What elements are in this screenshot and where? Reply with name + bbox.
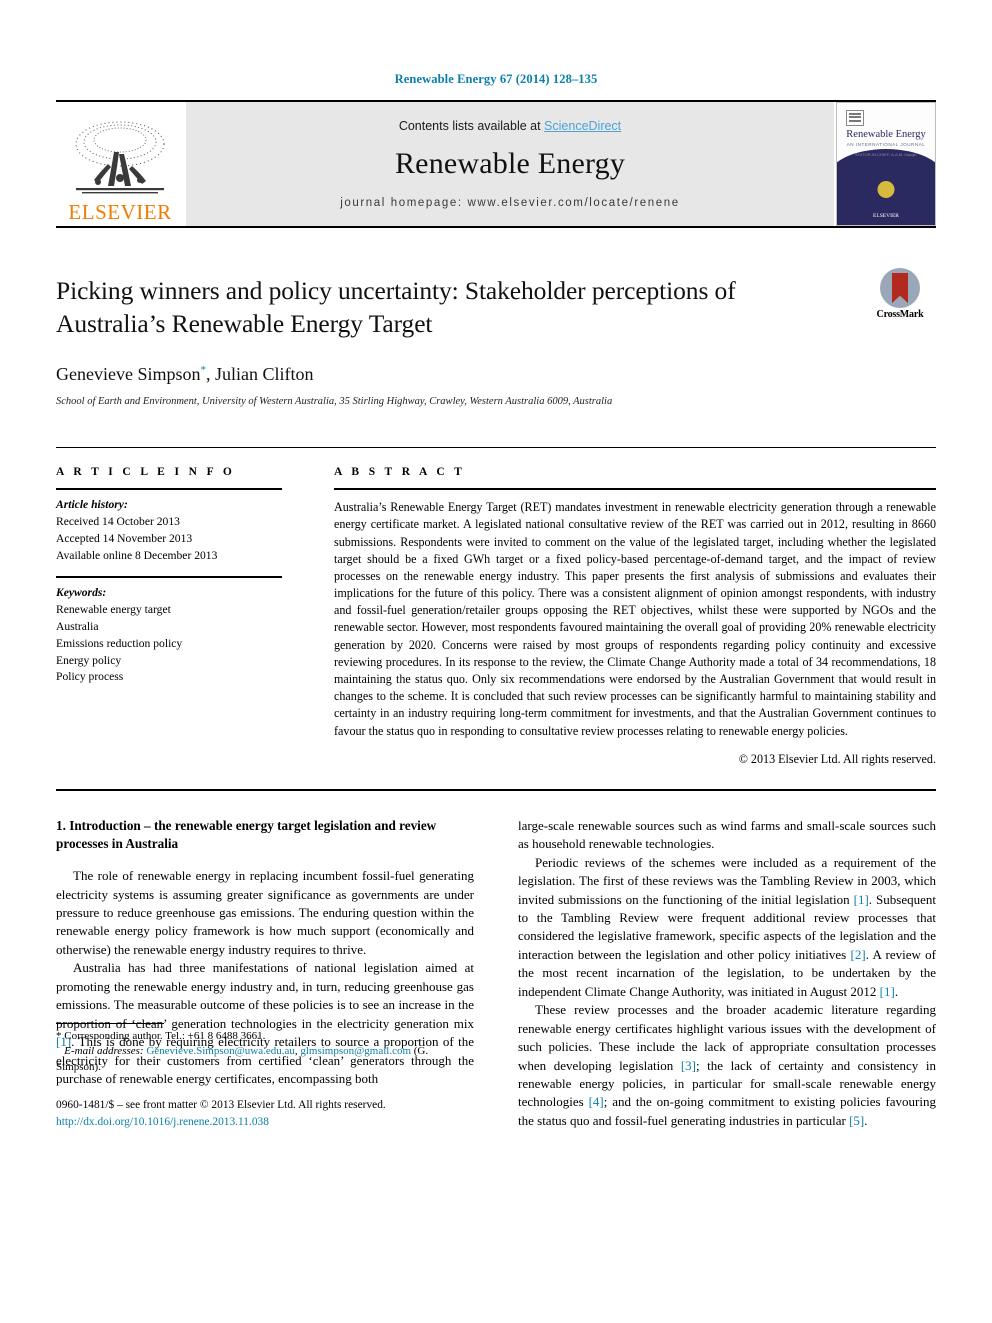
- citation-ref[interactable]: [4]: [589, 1094, 604, 1109]
- article-history: Article history: Received 14 October 201…: [56, 490, 282, 564]
- title-block: CrossMark Picking winners and policy unc…: [56, 268, 936, 408]
- keyword-item: Australia: [56, 620, 99, 634]
- imprint-line: 0960-1481/$ – see front matter © 2013 El…: [56, 1099, 386, 1112]
- footnote-zone: * Corresponding author. Tel.: +61 8 6488…: [56, 1022, 474, 1131]
- email-addresses-label: E-mail addresses:: [64, 1045, 144, 1058]
- sciencedirect-link[interactable]: ScienceDirect: [544, 119, 621, 133]
- body-paragraph: These review processes and the broader a…: [518, 1002, 936, 1128]
- abstract-text: Australia’s Renewable Energy Target (RET…: [334, 500, 936, 738]
- cover-publisher-label: ELSEVIER: [873, 213, 899, 219]
- article-history-label: Article history:: [56, 498, 128, 512]
- affiliation: School of Earth and Environment, Univers…: [56, 396, 613, 408]
- crossmark-icon: [880, 268, 920, 308]
- contents-prefix: Contents lists available at: [398, 119, 545, 133]
- author-footnote-marker[interactable]: *: [200, 364, 206, 376]
- article-info-column: A R T I C L E I N F O Article history: R…: [56, 448, 308, 766]
- running-head: Renewable Energy 67 (2014) 128–135: [394, 72, 598, 86]
- citation-ref[interactable]: [2]: [851, 947, 866, 962]
- body-column-right: large-scale renewable sources such as wi…: [518, 817, 936, 1131]
- author-names: Genevieve Simpson*, Julian Clifton: [56, 364, 314, 385]
- article-info-heading: A R T I C L E I N F O: [56, 466, 236, 479]
- citation-ref[interactable]: [1]: [854, 892, 869, 907]
- journal-header-center: Contents lists available at ScienceDirec…: [186, 102, 834, 226]
- journal-cover-thumbnail[interactable]: Renewable Energy AN INTERNATIONAL JOURNA…: [836, 102, 936, 226]
- citation-ref[interactable]: [1]: [880, 984, 895, 999]
- paper-page: Renewable Energy 67 (2014) 128–135 ELSEV…: [0, 0, 992, 1323]
- keyword-item: Energy policy: [56, 653, 122, 667]
- cover-emblem-icon: [877, 181, 895, 198]
- abstract-column: A B S T R A C T Australia’s Renewable En…: [308, 448, 936, 766]
- cover-title: Renewable Energy: [846, 129, 926, 140]
- history-received: Received 14 October 2013: [56, 515, 180, 529]
- body-columns: 1. Introduction – the renewable energy t…: [56, 817, 936, 1131]
- body-top-rule: [56, 788, 936, 791]
- section-heading-introduction: 1. Introduction – the renewable energy t…: [56, 817, 437, 851]
- cover-barcode-icon: [846, 110, 864, 126]
- footnote-rule: [56, 1022, 164, 1024]
- masthead-bottom-rule: [56, 226, 936, 228]
- abstract-copyright: © 2013 Elsevier Ltd. All rights reserved…: [738, 751, 936, 766]
- history-available-online: Available online 8 December 2013: [56, 548, 218, 562]
- history-accepted: Accepted 14 November 2013: [56, 531, 193, 545]
- cover-subtitle-secondary: EDITOR-IN-CHIEF: A.A.M. Sayigh: [855, 152, 917, 157]
- crossmark-badge[interactable]: CrossMark: [864, 268, 936, 320]
- doi-link[interactable]: http://dx.doi.org/10.1016/j.renene.2013.…: [56, 1116, 269, 1128]
- elsevier-wordmark: ELSEVIER: [68, 200, 172, 224]
- body-paragraph: The role of renewable energy in replacin…: [56, 868, 474, 957]
- keywords-list: Keywords: Renewable energy target Austra…: [56, 578, 282, 686]
- email-link-primary[interactable]: Genevieve.Simpson@uwa.edu.au: [146, 1045, 295, 1057]
- body-paragraph: large-scale renewable sources such as wi…: [518, 817, 936, 852]
- citation-ref[interactable]: [5]: [849, 1113, 864, 1128]
- elsevier-tree-icon: [68, 118, 172, 202]
- info-abstract-region: A R T I C L E I N F O Article history: R…: [56, 447, 936, 766]
- author-list: Genevieve Simpson*, Julian Clifton: [56, 364, 936, 385]
- body-paragraph: Periodic reviews of the schemes were inc…: [518, 854, 937, 999]
- keywords-label: Keywords:: [56, 586, 107, 600]
- keyword-item: Emissions reduction policy: [56, 636, 183, 650]
- contents-available-line: Contents lists available at ScienceDirec…: [399, 119, 621, 133]
- elsevier-logo: ELSEVIER: [56, 102, 184, 226]
- citation-ref[interactable]: [3]: [681, 1058, 696, 1073]
- footnote-emails: E-mail addresses: Genevieve.Simpson@uwa.…: [56, 1045, 429, 1073]
- footnote-corresponding-author: * Corresponding author. Tel.: +61 8 6488…: [56, 1029, 266, 1042]
- page-title: Picking winners and policy uncertainty: …: [56, 276, 736, 339]
- journal-title: Renewable Energy: [394, 147, 626, 180]
- email-link-secondary[interactable]: glmsimpson@gmail.com: [300, 1045, 411, 1057]
- body-column-left: 1. Introduction – the renewable energy t…: [56, 817, 474, 1131]
- abstract-heading: A B S T R A C T: [334, 466, 466, 479]
- keyword-item: Policy process: [56, 670, 124, 684]
- cover-subtitle: AN INTERNATIONAL JOURNAL: [846, 142, 926, 147]
- keyword-item: Renewable energy target: [56, 603, 171, 617]
- journal-homepage-link[interactable]: journal homepage: www.elsevier.com/locat…: [340, 197, 680, 209]
- journal-masthead: ELSEVIER Contents lists available at Sci…: [56, 100, 936, 226]
- crossmark-label: CrossMark: [876, 309, 924, 320]
- imprint-block: 0960-1481/$ – see front matter © 2013 El…: [56, 1097, 474, 1130]
